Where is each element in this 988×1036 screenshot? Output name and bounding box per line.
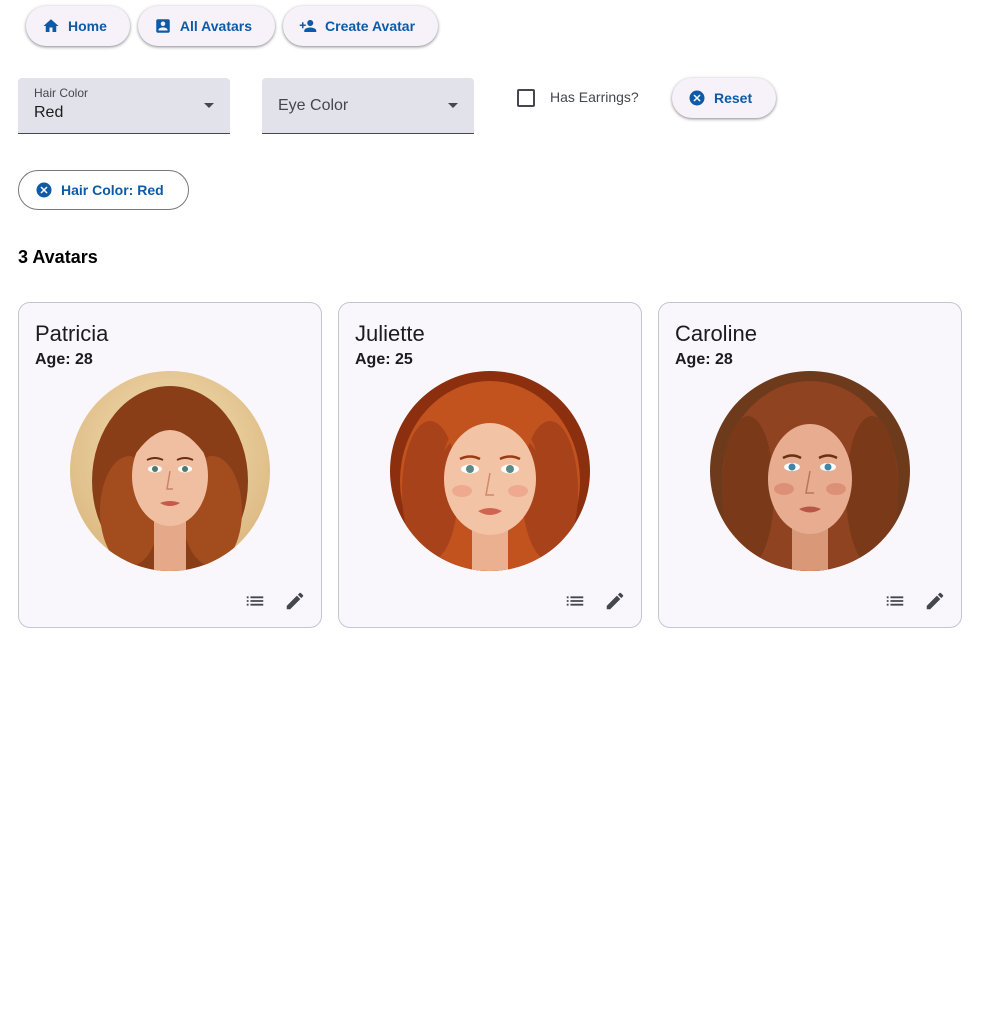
home-icon xyxy=(43,19,59,32)
edit-button[interactable] xyxy=(277,583,313,619)
filter-chip-label: Hair Color: Red xyxy=(61,182,164,198)
results-count: 3 Avatars xyxy=(18,247,98,267)
list-icon xyxy=(246,596,264,606)
edit-button[interactable] xyxy=(917,583,953,619)
home-button-label: Home xyxy=(68,18,107,34)
hair-color-value: Red xyxy=(34,104,64,121)
create-avatar-button-label: Create Avatar xyxy=(325,18,416,34)
avatar-name: Patricia xyxy=(35,321,109,346)
pencil-icon xyxy=(286,592,304,610)
eye-color-label: Eye Color xyxy=(278,97,349,114)
all-avatars-button-label: All Avatars xyxy=(179,18,253,34)
avatar-card: Caroline Age: 28 xyxy=(658,302,962,628)
details-button[interactable] xyxy=(877,583,913,619)
cancel-circle-icon[interactable] xyxy=(35,181,53,199)
list-icon xyxy=(886,596,904,606)
cancel-circle-icon xyxy=(689,90,705,106)
avatar-age: Age: 28 xyxy=(35,351,93,368)
card-actions xyxy=(237,583,313,619)
card-actions xyxy=(557,583,633,619)
avatar-grid: Patricia Age: 28 Juliette Age: 25 Caroli… xyxy=(18,302,962,628)
avatar-portrait-image xyxy=(390,371,590,571)
has-earrings-label: Has Earrings? xyxy=(550,89,639,105)
pencil-icon xyxy=(606,592,624,610)
hair-color-label: Hair Color xyxy=(34,86,89,100)
avatar-name: Caroline xyxy=(675,321,757,346)
top-nav: Home All Avatars Create Avatar xyxy=(26,6,439,46)
details-button[interactable] xyxy=(557,583,593,619)
dropdown-arrow-icon xyxy=(448,103,458,108)
create-avatar-button[interactable]: Create Avatar xyxy=(283,6,439,46)
avatar-portrait-image xyxy=(70,371,270,571)
has-earrings-checkbox[interactable] xyxy=(517,89,535,107)
edit-button[interactable] xyxy=(597,583,633,619)
avatar-age: Age: 28 xyxy=(675,351,733,368)
pencil-icon xyxy=(926,592,944,610)
hair-color-select[interactable]: Hair Color Red xyxy=(18,78,230,134)
avatar-card: Patricia Age: 28 xyxy=(18,302,322,628)
avatar-portrait-image xyxy=(710,371,910,571)
card-actions xyxy=(877,583,953,619)
hair-color-filter-chip[interactable]: Hair Color: Red xyxy=(18,170,189,210)
reset-button-label: Reset xyxy=(714,90,753,106)
dropdown-arrow-icon xyxy=(204,103,214,108)
contact-card-icon xyxy=(156,19,170,33)
home-button[interactable]: Home xyxy=(26,6,130,46)
details-button[interactable] xyxy=(237,583,273,619)
all-avatars-button[interactable]: All Avatars xyxy=(137,6,276,46)
person-add-icon xyxy=(299,20,317,32)
avatar-name: Juliette xyxy=(355,321,425,346)
reset-button[interactable]: Reset xyxy=(672,78,777,118)
avatar-card: Juliette Age: 25 xyxy=(338,302,642,628)
avatar-age: Age: 25 xyxy=(355,351,413,368)
eye-color-select[interactable]: Eye Color xyxy=(262,78,474,134)
list-icon xyxy=(566,596,584,606)
